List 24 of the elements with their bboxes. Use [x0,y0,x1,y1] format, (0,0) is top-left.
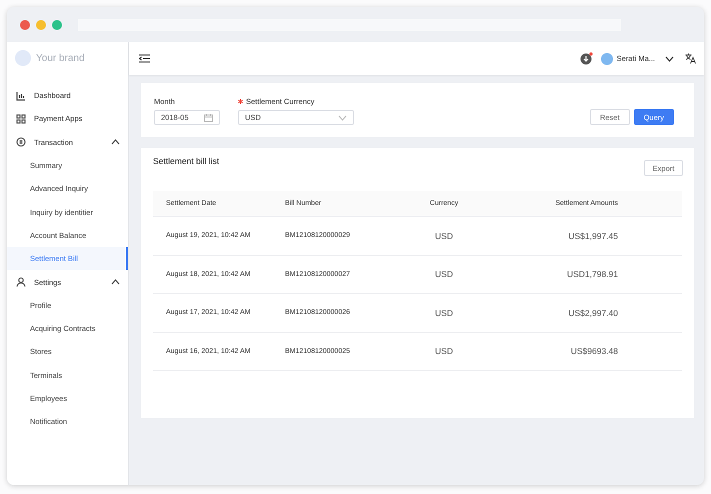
table-cell-text: USD1,798.91 [566,269,618,280]
table-cell-text: US$9693.48 [570,346,618,356]
menu-icon[interactable] [139,54,150,63]
coin-icon [16,137,26,148]
user-icon [16,277,26,288]
calendar-icon [204,114,213,122]
table-cell-text: US$1,997.45 [567,230,618,241]
brand-name: Your brand [36,52,85,64]
chart-icon [16,90,26,101]
chevron-down-icon [338,114,347,120]
window-control[interactable] [52,20,62,30]
table-cell-text: USD [434,269,454,280]
avatar[interactable] [600,52,613,64]
table-cell-text: US$2,997.40 [567,308,618,318]
translate-icon[interactable] [685,53,696,64]
window-control[interactable] [20,20,30,30]
table-cell-text: USD [434,230,454,241]
grid-icon [16,114,26,124]
table-cell-text: USD [434,346,454,356]
brand-logo [15,50,31,66]
chevron-down-icon [665,56,674,62]
list-title: Settlement bill list [153,156,220,166]
table-cell-text: USD [434,308,454,318]
download-icon[interactable] [580,52,593,65]
